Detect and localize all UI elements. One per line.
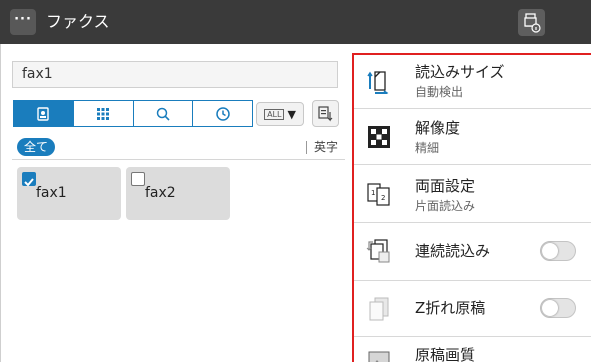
address-tabbar [13, 100, 253, 127]
checkbox-unchecked-icon[interactable] [131, 172, 145, 186]
tab-search[interactable] [133, 101, 194, 126]
panel-edge [0, 44, 1, 362]
setting-title: 読込みサイズ [415, 63, 505, 81]
search-icon [156, 107, 170, 121]
original-type-icon [368, 351, 390, 362]
setting-value: 精細 [415, 141, 440, 155]
app-title: ファクス [46, 12, 110, 31]
toggle-knob [542, 243, 558, 259]
setting-duplex[interactable]: 1 2 両面設定 片面読込み [354, 165, 591, 223]
index-all-pill[interactable]: 全て [17, 138, 56, 156]
separate-scan-toggle[interactable] [540, 241, 576, 261]
more-menu-button[interactable]: ··· [10, 9, 36, 35]
original-size-icon [367, 71, 389, 94]
all-label: ALL [264, 108, 285, 120]
sort-icon [318, 106, 333, 122]
toggle-knob [542, 300, 558, 316]
checkbox-checked-icon[interactable] [22, 172, 36, 187]
setting-value: 片面読込み [415, 199, 476, 213]
fax-info-button[interactable] [518, 9, 545, 36]
setting-original-type[interactable]: 原稿画質 [354, 337, 591, 362]
setting-title: 両面設定 [415, 177, 476, 195]
tab-history[interactable] [193, 101, 252, 126]
setting-title: 連続読込み [415, 242, 491, 260]
index-alpha-tab[interactable]: 英字 [314, 139, 338, 155]
grid-icon [97, 107, 110, 120]
address-book-icon [37, 106, 50, 121]
filter-all-dropdown[interactable]: ALL ▼ [256, 102, 304, 126]
fax-info-icon [524, 13, 541, 33]
svg-text:1: 1 [371, 189, 375, 197]
sort-button[interactable] [312, 100, 339, 127]
index-divider [306, 141, 307, 154]
destination-name: fax1 [36, 185, 67, 201]
tab-grid[interactable] [73, 101, 134, 126]
setting-separate-scan[interactable]: 連続読込み [354, 223, 591, 281]
setting-original-size[interactable]: 読込みサイズ 自動検出 [354, 55, 591, 109]
clock-history-icon [215, 106, 230, 121]
tab-address-book[interactable] [14, 101, 74, 126]
setting-value: 自動検出 [415, 85, 464, 99]
svg-text:2: 2 [381, 194, 385, 202]
app-header: ··· ファクス [0, 0, 591, 44]
setting-z-fold[interactable]: Z折れ原稿 [354, 281, 591, 337]
setting-title: 原稿画質 [415, 346, 476, 362]
setting-title: 解像度 [415, 119, 461, 137]
duplex-icon: 1 2 [367, 183, 390, 206]
separate-scan-icon [366, 239, 390, 263]
destination-input[interactable]: fax1 [12, 61, 338, 88]
z-fold-icon [369, 297, 389, 321]
settings-panel: 読込みサイズ 自動検出 解像度 精細 1 2 両面設定 片面読込み 連続読込み … [352, 53, 591, 362]
destination-card-fax1[interactable]: fax1 [17, 167, 121, 220]
destination-name: fax2 [145, 185, 176, 201]
destination-card-fax2[interactable]: fax2 [126, 167, 230, 220]
setting-title: Z折れ原稿 [415, 299, 486, 317]
chevron-down-icon: ▼ [287, 107, 296, 121]
index-underline [12, 159, 345, 160]
z-fold-toggle[interactable] [540, 298, 576, 318]
resolution-icon [368, 126, 390, 148]
setting-resolution[interactable]: 解像度 精細 [354, 109, 591, 165]
